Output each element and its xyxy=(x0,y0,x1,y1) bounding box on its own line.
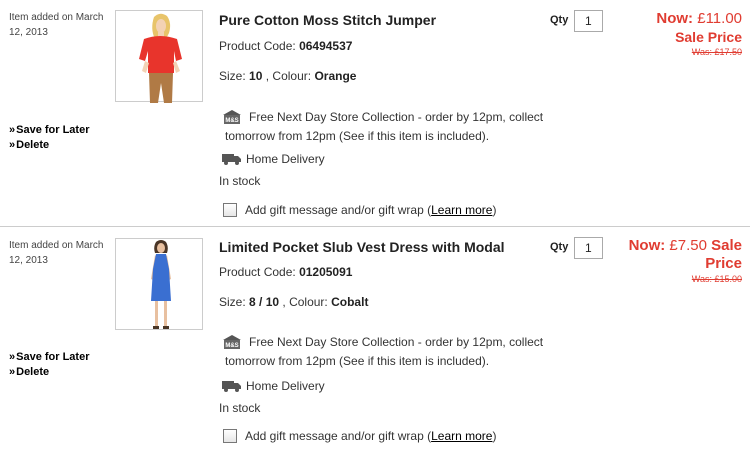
item-actions: Save for Later Delete xyxy=(9,350,90,380)
gift-checkbox[interactable] xyxy=(223,203,237,217)
now-price: Now: £7.50 Sale Price xyxy=(628,237,742,272)
price-block: Now: £7.50 Sale Price Was: £15.00 xyxy=(602,237,742,285)
item-added-date: Item added on March 12, 2013 xyxy=(9,240,104,266)
product-code: Product Code: 01205091 xyxy=(219,265,353,279)
see-if-included-link[interactable]: See if this item is included xyxy=(343,354,482,368)
qty-label: Qty xyxy=(550,14,569,26)
delivery-truck-icon xyxy=(222,381,241,392)
learn-more-link[interactable]: Learn more xyxy=(431,203,492,217)
gift-option: Add gift message and/or gift wrap (Learn… xyxy=(223,429,496,443)
product-image[interactable] xyxy=(115,238,203,330)
product-code-value: 01205091 xyxy=(299,265,353,279)
store-collection: M&S Free Next Day Store Collection - ord… xyxy=(222,108,562,146)
delete-link[interactable]: Delete xyxy=(9,365,90,380)
now-price: Now: £11.00 xyxy=(656,10,742,27)
stock-status: In stock xyxy=(219,174,261,188)
was-price: Was: £15.00 xyxy=(691,274,742,284)
quantity-input[interactable] xyxy=(574,237,603,259)
qty-label: Qty xyxy=(550,241,569,253)
see-if-included-link[interactable]: See if this item is included xyxy=(343,129,482,143)
save-for-later-link[interactable]: Save for Later xyxy=(9,350,89,365)
item-added-date: Item added on March 12, 2013 xyxy=(9,12,104,38)
save-for-later-link[interactable]: Save for Later xyxy=(9,123,89,138)
ms-store-icon: M&S xyxy=(223,335,241,349)
delete-link[interactable]: Delete xyxy=(9,138,90,153)
product-size-colour: Size: 10 , Colour: Orange xyxy=(219,69,357,83)
basket-item: Item added on March 12, 2013 Save for La… xyxy=(0,227,750,452)
product-size-colour: Size: 8 / 10 , Colour: Cobalt xyxy=(219,295,369,309)
product-code-value: 06494537 xyxy=(299,39,353,53)
product-image[interactable] xyxy=(115,10,203,103)
was-price: Was: £17.50 xyxy=(691,47,742,57)
svg-text:M&S: M&S xyxy=(225,118,238,124)
price-block: Now: £11.00 Sale Price Was: £17.50 xyxy=(592,10,742,58)
size-value: 10 xyxy=(249,69,263,83)
product-title[interactable]: Limited Pocket Slub Vest Dress with Moda… xyxy=(219,239,505,255)
learn-more-link[interactable]: Learn more xyxy=(431,429,492,443)
colour-value: Orange xyxy=(314,69,357,83)
gift-option: Add gift message and/or gift wrap (Learn… xyxy=(223,203,496,217)
colour-value: Cobalt xyxy=(331,295,369,309)
product-title[interactable]: Pure Cotton Moss Stitch Jumper xyxy=(219,12,436,28)
sale-price-label: Sale Price xyxy=(705,237,742,272)
basket-item: Item added on March 12, 2013 Save for La… xyxy=(0,0,750,226)
home-delivery: Home Delivery xyxy=(222,152,325,166)
item-actions: Save for Later Delete xyxy=(9,123,90,153)
home-delivery: Home Delivery xyxy=(222,379,325,393)
delivery-truck-icon xyxy=(222,154,241,165)
stock-status: In stock xyxy=(219,401,261,415)
store-collection: M&S Free Next Day Store Collection - ord… xyxy=(222,333,562,371)
size-value: 8 / 10 xyxy=(249,295,280,309)
sale-price-label: Sale Price xyxy=(675,29,742,45)
ms-store-icon: M&S xyxy=(223,110,241,124)
svg-text:M&S: M&S xyxy=(225,343,238,349)
gift-checkbox[interactable] xyxy=(223,429,237,443)
product-code: Product Code: 06494537 xyxy=(219,39,353,53)
